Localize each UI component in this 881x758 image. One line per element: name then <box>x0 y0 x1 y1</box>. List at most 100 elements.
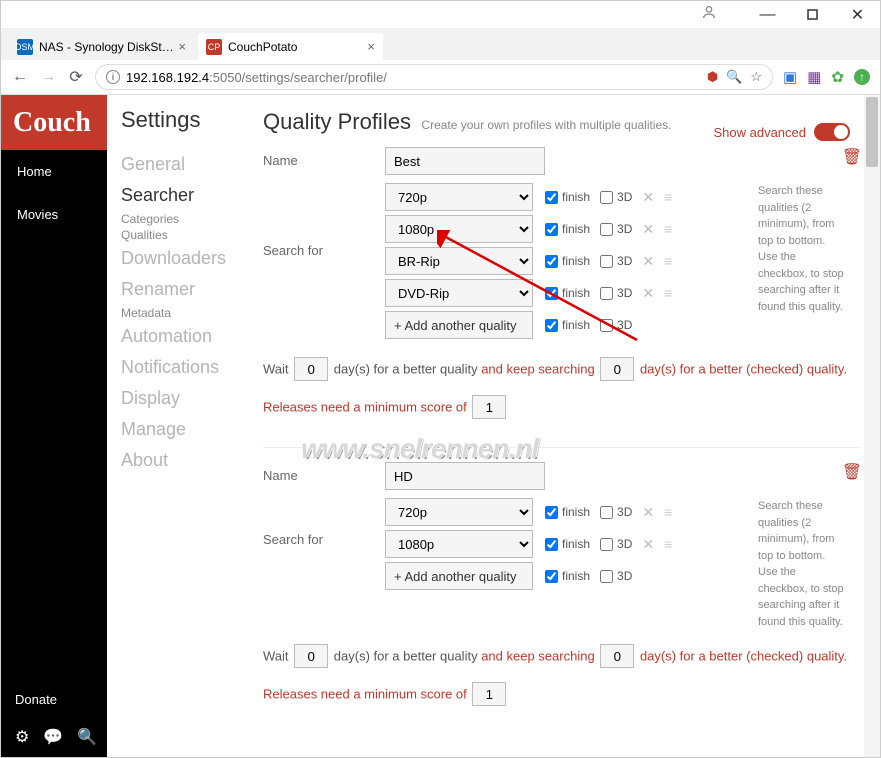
scrollbar[interactable] <box>864 95 880 757</box>
extension-icon[interactable]: ▦ <box>807 68 821 86</box>
quality-select[interactable]: DVD-Rip <box>385 279 533 307</box>
profile-name-input[interactable] <box>385 147 545 175</box>
finish-checkbox[interactable] <box>545 570 558 583</box>
3d-checkbox[interactable] <box>600 570 613 583</box>
finish-checkbox[interactable] <box>545 223 558 236</box>
tab-close-icon[interactable]: × <box>367 39 375 54</box>
quality-select[interactable]: BR-Rip <box>385 247 533 275</box>
drag-handle-icon[interactable]: ≡ <box>664 536 672 552</box>
back-button[interactable]: ← <box>11 68 29 86</box>
remove-quality-icon[interactable]: ✕ <box>638 253 658 270</box>
nav-home[interactable]: Home <box>1 150 107 193</box>
drag-handle-icon[interactable]: ≡ <box>664 285 672 301</box>
settings-nav-searcher[interactable]: Searcher <box>121 180 249 211</box>
finish-checkbox[interactable] <box>545 506 558 519</box>
app-logo[interactable]: Couch <box>1 95 107 150</box>
add-quality-button[interactable]: + Add another quality <box>385 311 533 339</box>
settings-nav-automation[interactable]: Automation <box>121 321 249 352</box>
quality-select[interactable]: 720p <box>385 183 533 211</box>
chrome-user-icon[interactable] <box>701 4 717 25</box>
settings-subnav-metadata[interactable]: Metadata <box>121 305 249 321</box>
keep-days-input[interactable] <box>600 357 634 381</box>
remove-quality-icon[interactable]: ✕ <box>638 189 658 206</box>
settings-nav-downloaders[interactable]: Downloaders <box>121 243 249 274</box>
chat-icon[interactable]: 💬 <box>43 727 63 747</box>
favicon-icon: CP <box>206 39 222 55</box>
quality-select[interactable]: 1080p <box>385 215 533 243</box>
drag-handle-icon[interactable]: ≡ <box>664 253 672 269</box>
finish-checkbox[interactable] <box>545 287 558 300</box>
delete-profile-button[interactable]: 🗑 <box>842 147 862 167</box>
settings-nav-notifications[interactable]: Notifications <box>121 352 249 383</box>
gear-icon[interactable]: ⚙ <box>15 727 29 747</box>
remove-quality-icon[interactable]: ✕ <box>638 285 658 302</box>
browser-tab[interactable]: CP CouchPotato × <box>198 33 383 60</box>
wait-days-input[interactable] <box>294 644 328 668</box>
window-minimize-button[interactable]: — <box>745 1 790 29</box>
window-titlebar: — ✕ <box>1 1 880 29</box>
keep-days-input[interactable] <box>600 644 634 668</box>
zoom-icon[interactable]: 🔍 <box>726 69 742 85</box>
drag-handle-icon[interactable]: ≡ <box>664 221 672 237</box>
delete-profile-button[interactable]: 🗑 <box>842 462 862 482</box>
forward-button[interactable]: → <box>39 68 57 86</box>
tab-title: NAS - Synology DiskStat... <box>39 40 178 54</box>
nav-donate[interactable]: Donate <box>1 682 107 717</box>
quality-select[interactable]: 1080p <box>385 530 533 558</box>
nav-movies[interactable]: Movies <box>1 193 107 236</box>
add-quality-button[interactable]: + Add another quality <box>385 562 533 590</box>
settings-nav: Settings General Searcher Categories Qua… <box>107 95 257 757</box>
reload-button[interactable]: ⟳ <box>67 67 85 87</box>
bookmark-icon[interactable]: ⬢ <box>707 69 718 85</box>
min-score-row: Releases need a minimum score of <box>263 395 862 419</box>
site-info-icon[interactable]: i <box>106 70 120 84</box>
search-icon[interactable]: 🔍 <box>77 727 97 747</box>
3d-checkbox[interactable] <box>600 191 613 204</box>
wait-days-input[interactable] <box>294 357 328 381</box>
address-bar[interactable]: i 192.168.192.4:5050/settings/searcher/p… <box>95 64 773 90</box>
min-score-input[interactable] <box>472 395 506 419</box>
settings-nav-display[interactable]: Display <box>121 383 249 414</box>
extension-icon[interactable]: ▣ <box>783 68 797 86</box>
help-text: Search these qualities (2 minimum), from… <box>758 498 846 630</box>
finish-checkbox[interactable] <box>545 319 558 332</box>
min-score-input[interactable] <box>472 682 506 706</box>
star-icon[interactable]: ☆ <box>750 69 762 85</box>
window-maximize-button[interactable] <box>790 1 835 29</box>
finish-checkbox[interactable] <box>545 538 558 551</box>
tab-close-icon[interactable]: × <box>178 39 186 54</box>
settings-nav-renamer[interactable]: Renamer <box>121 274 249 305</box>
settings-title: Settings <box>121 107 249 133</box>
page-subtitle: Create your own profiles with multiple q… <box>421 118 671 132</box>
settings-subnav-qualities[interactable]: Qualities <box>121 227 249 243</box>
settings-nav-about[interactable]: About <box>121 445 249 476</box>
3d-checkbox[interactable] <box>600 287 613 300</box>
finish-checkbox[interactable] <box>545 255 558 268</box>
help-text: Search these qualities (2 minimum), from… <box>758 183 846 315</box>
page-title: Quality Profiles <box>263 109 411 134</box>
3d-checkbox[interactable] <box>600 506 613 519</box>
field-label: Search for <box>263 498 385 547</box>
finish-checkbox[interactable] <box>545 191 558 204</box>
3d-checkbox[interactable] <box>600 255 613 268</box>
remove-quality-icon[interactable]: ✕ <box>638 536 658 553</box>
remove-quality-icon[interactable]: ✕ <box>638 221 658 238</box>
extension-icon[interactable]: ↑ <box>854 69 870 85</box>
settings-nav-manage[interactable]: Manage <box>121 414 249 445</box>
profile-name-input[interactable] <box>385 462 545 490</box>
quality-profile: Name 🗑 Search for 720p finish3D ✕≡ 1080p… <box>263 147 862 419</box>
quality-select[interactable]: 720p <box>385 498 533 526</box>
settings-subnav-categories[interactable]: Categories <box>121 211 249 227</box>
3d-checkbox[interactable] <box>600 223 613 236</box>
3d-checkbox[interactable] <box>600 538 613 551</box>
window-close-button[interactable]: ✕ <box>835 1 880 29</box>
wait-row: Wait day(s) for a better quality and kee… <box>263 357 862 381</box>
remove-quality-icon[interactable]: ✕ <box>638 504 658 521</box>
drag-handle-icon[interactable]: ≡ <box>664 504 672 520</box>
3d-checkbox[interactable] <box>600 319 613 332</box>
browser-tab[interactable]: DSM NAS - Synology DiskStat... × <box>9 33 194 60</box>
drag-handle-icon[interactable]: ≡ <box>664 189 672 205</box>
extension-icon[interactable]: ✿ <box>831 68 844 86</box>
settings-nav-general[interactable]: General <box>121 149 249 180</box>
field-label: Name <box>263 147 385 168</box>
